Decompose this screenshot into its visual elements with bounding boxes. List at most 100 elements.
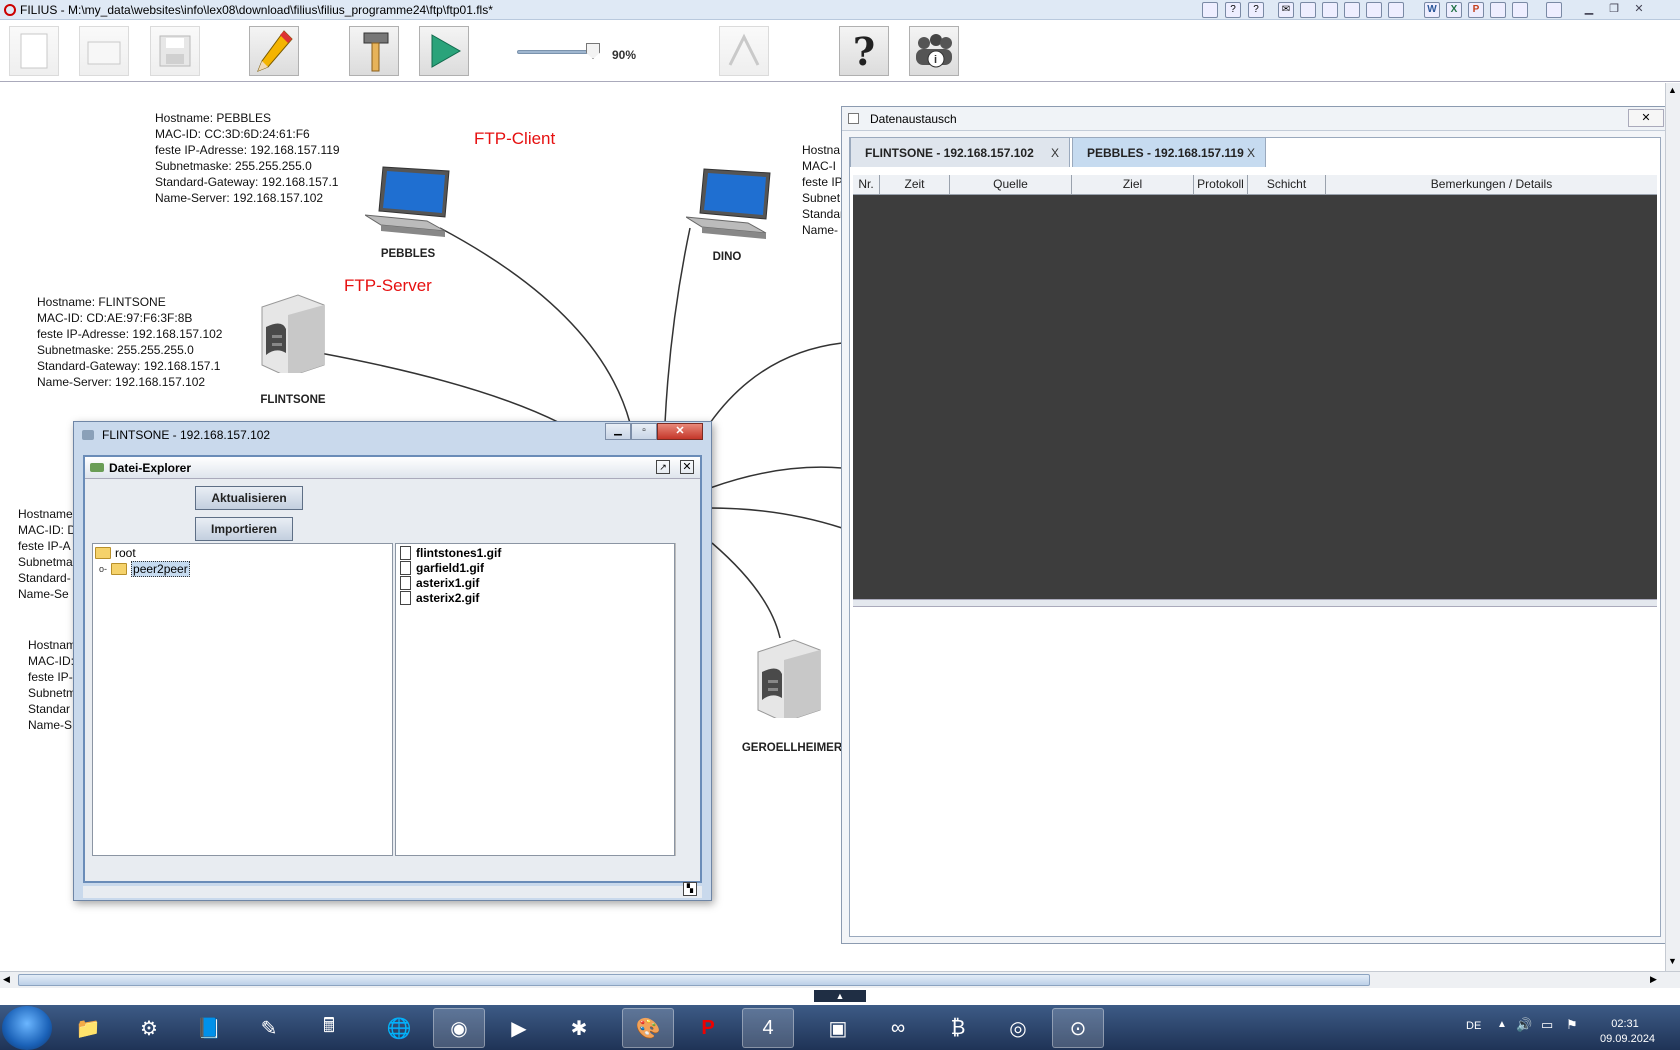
maximize-button[interactable]: ❐	[1603, 2, 1625, 18]
access-icon[interactable]	[1512, 2, 1528, 18]
taskbar-settings[interactable]: ⚙	[123, 1008, 175, 1048]
col-schicht[interactable]: Schicht	[1248, 175, 1326, 195]
col-ziel[interactable]: Ziel	[1072, 175, 1194, 195]
taskbar-globe[interactable]: 🌐	[373, 1008, 425, 1048]
dino-laptop-icon[interactable]	[686, 165, 771, 245]
save-file-button[interactable]	[150, 26, 200, 76]
canvas-vertical-scrollbar[interactable]: ▲ ▼	[1665, 83, 1680, 971]
col-bemerkungen[interactable]: Bemerkungen / Details	[1326, 175, 1657, 195]
tab-pebbles[interactable]: PEBBLES - 192.168.157.119 X	[1072, 137, 1266, 167]
expand-panel-button[interactable]: ▲	[814, 990, 866, 1002]
flintsone-close-button[interactable]: ✕	[657, 423, 703, 440]
taskbar-app-orange[interactable]: ₿	[932, 1008, 984, 1048]
taskbar-app-1[interactable]: ✱	[553, 1008, 605, 1048]
configure-mode-button[interactable]	[349, 26, 399, 76]
flintsone-maximize-button[interactable]: ▫	[631, 423, 657, 440]
list-item[interactable]: flintstones1.gif	[400, 546, 501, 560]
tab-flintsone-close[interactable]: X	[1051, 138, 1059, 168]
calendar-icon[interactable]	[1300, 2, 1316, 18]
new-file-button[interactable]	[9, 26, 59, 76]
pebbles-laptop-icon[interactable]	[365, 163, 450, 243]
scroll-down-icon[interactable]: ▼	[1668, 956, 1677, 966]
folder-tree-panel[interactable]: root o- peer2peer	[92, 543, 393, 856]
flintsone-subnet: Subnetmaske: 255.255.255.0	[37, 343, 194, 357]
taskbar-tool[interactable]: ✎	[243, 1008, 295, 1048]
taskbar-calculator[interactable]: 🖩	[303, 1008, 355, 1048]
file-name: asterix2.gif	[416, 591, 480, 605]
scroll-left-icon[interactable]: ◀	[3, 974, 10, 985]
minimize-button[interactable]: ▁	[1578, 2, 1600, 18]
scroll-up-icon[interactable]: ▲	[1668, 85, 1677, 95]
powerpoint-icon[interactable]: P	[1468, 2, 1484, 18]
quicklaunch-icon-1[interactable]	[1202, 2, 1218, 18]
tab-pebbles-close[interactable]: X	[1247, 138, 1255, 168]
col-zeit[interactable]: Zeit	[880, 175, 950, 195]
close-button[interactable]: ✕	[1628, 2, 1650, 18]
taskbar-app-4[interactable]: 4	[742, 1008, 794, 1048]
tasks-icon[interactable]	[1322, 2, 1338, 18]
mail-icon[interactable]: ✉	[1278, 2, 1294, 18]
volume-icon[interactable]: 🔊	[1516, 1017, 1532, 1033]
journal-icon[interactable]	[1388, 2, 1404, 18]
notes-icon[interactable]	[1366, 2, 1382, 18]
file-list-panel[interactable]: flintstones1.gif garfield1.gif asterix1.…	[395, 543, 675, 856]
horizontal-scroll-thumb[interactable]	[18, 974, 1370, 986]
taskbar-media-player[interactable]: ▶	[493, 1008, 545, 1048]
simulation-mode-button[interactable]	[419, 26, 469, 76]
split-divider[interactable]	[853, 599, 1657, 607]
taskbar-chrome[interactable]: ◉	[433, 1008, 485, 1048]
taskbar-filius[interactable]: ⊙	[1052, 1008, 1104, 1048]
file-explorer-close-icon[interactable]: ✕	[680, 460, 694, 474]
flintsone-minimize-button[interactable]: ▁	[605, 423, 631, 440]
list-item[interactable]: asterix2.gif	[400, 591, 479, 605]
resize-grip-icon[interactable]: ▚	[683, 882, 697, 896]
taskbar-arduino[interactable]: ∞	[872, 1008, 924, 1048]
scroll-right-icon[interactable]: ▶	[1650, 974, 1657, 985]
publisher-icon[interactable]	[1490, 2, 1506, 18]
taskbar-clock[interactable]: 02:31 09.09.2024	[1600, 1017, 1655, 1047]
tree-item-peer2peer[interactable]: o- peer2peer	[99, 561, 190, 577]
help-button[interactable]: ?	[839, 26, 889, 76]
tree-expand-icon[interactable]: o-	[99, 564, 107, 574]
network-icon[interactable]: ▭	[1541, 1017, 1553, 1033]
taskbar-app-red[interactable]: ◎	[992, 1008, 1044, 1048]
list-item[interactable]: garfield1.gif	[400, 561, 484, 575]
zoom-slider-track[interactable]	[517, 50, 595, 54]
taskbar-paint[interactable]: 🎨	[622, 1008, 674, 1048]
help-quick-icon[interactable]: ?	[1225, 2, 1241, 18]
tray-expand-icon[interactable]: ▲	[1497, 1019, 1507, 1030]
file-list-scrollbar[interactable]	[675, 543, 687, 856]
taskbar-explorer[interactable]: 📁	[62, 1008, 114, 1048]
refresh-button[interactable]: Aktualisieren	[195, 486, 303, 510]
col-quelle[interactable]: Quelle	[950, 175, 1072, 195]
taskbar-notepad[interactable]: 📘	[183, 1008, 235, 1048]
zoom-slider-thumb[interactable]	[586, 43, 600, 59]
col-protokoll[interactable]: Protokoll	[1194, 175, 1248, 195]
start-button[interactable]	[2, 1006, 52, 1050]
documentation-button[interactable]	[719, 26, 769, 76]
sync-icon[interactable]	[1546, 2, 1562, 18]
flintsone-server-icon[interactable]	[258, 293, 328, 373]
import-button[interactable]: Importieren	[195, 517, 293, 541]
col-nr[interactable]: Nr.	[853, 175, 880, 195]
action-center-icon[interactable]: ⚑	[1566, 1017, 1578, 1033]
help-quick-icon-2[interactable]: ?	[1248, 2, 1264, 18]
tree-root[interactable]: root	[95, 546, 136, 560]
geroellheimer-server-icon[interactable]	[754, 638, 824, 718]
taskbar-app-p[interactable]: P	[682, 1008, 734, 1048]
data-exchange-close-button[interactable]: ✕	[1628, 109, 1664, 127]
input-language[interactable]: DE	[1466, 1020, 1481, 1032]
design-mode-button[interactable]	[249, 26, 299, 76]
tab-flintsone[interactable]: FLINTSONE - 192.168.157.102 X	[850, 137, 1070, 167]
undock-icon[interactable]: ↗	[656, 460, 670, 474]
canvas-horizontal-scrollbar[interactable]: ◀ ▶	[0, 971, 1680, 988]
open-file-button[interactable]	[79, 26, 129, 76]
excel-icon[interactable]: X	[1446, 2, 1462, 18]
contacts-icon[interactable]	[1344, 2, 1360, 18]
list-item[interactable]: asterix1.gif	[400, 576, 479, 590]
info-button[interactable]: i	[909, 26, 959, 76]
flintsone-info: Hostname: FLINTSONE MAC-ID: CD:AE:97:F6:…	[37, 294, 222, 390]
word-icon[interactable]: W	[1424, 2, 1440, 18]
packet-table-body[interactable]	[853, 195, 1657, 599]
taskbar-app-flag[interactable]: ▣	[812, 1008, 864, 1048]
